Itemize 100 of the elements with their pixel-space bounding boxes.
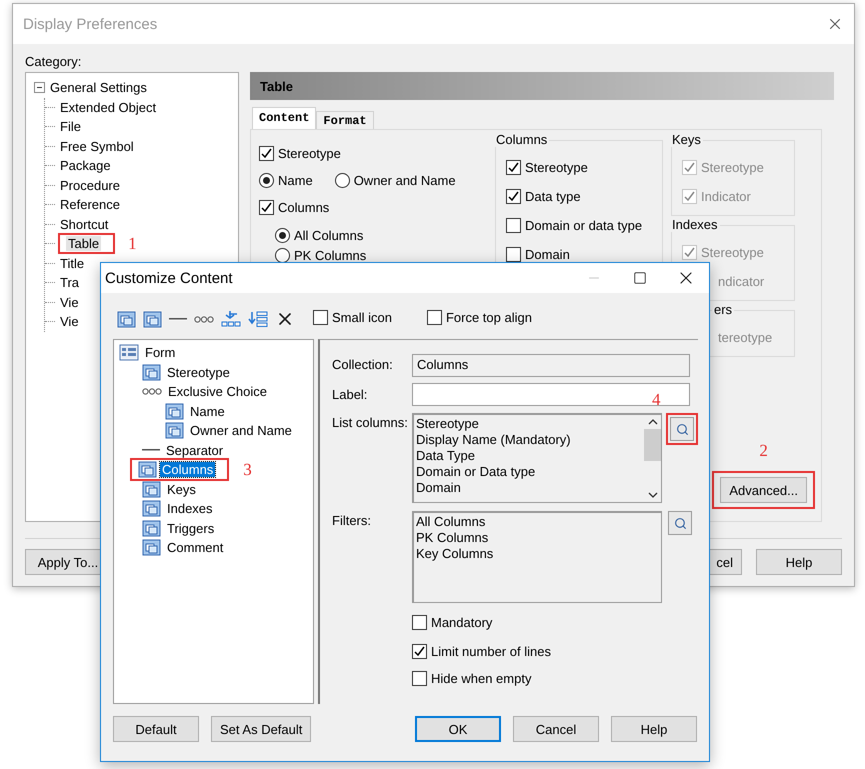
checkmark-icon bbox=[684, 247, 695, 258]
tree-item[interactable]: Vie bbox=[58, 294, 81, 310]
tree-item[interactable]: Package bbox=[58, 158, 113, 174]
window-stack-icon bbox=[117, 310, 136, 328]
window-stack-icon bbox=[165, 402, 184, 420]
set-default-button[interactable]: Set As Default bbox=[211, 716, 312, 742]
tree-item[interactable]: Keys bbox=[165, 482, 198, 497]
list-item[interactable]: Domain or Data type bbox=[416, 464, 642, 480]
tree-item[interactable]: Columns bbox=[160, 462, 216, 478]
help-button[interactable]: Help bbox=[756, 549, 842, 575]
tree-item[interactable]: Reference bbox=[58, 197, 122, 212]
callout-number: 1 bbox=[128, 234, 137, 254]
dots-icon bbox=[142, 388, 162, 396]
tree-item[interactable]: File bbox=[58, 119, 83, 134]
checkmark-icon bbox=[508, 162, 519, 173]
field-label: Filters: bbox=[332, 512, 372, 528]
window-title: Display Preferences bbox=[23, 16, 158, 32]
list-item[interactable]: Data Type bbox=[416, 448, 642, 464]
tree-item[interactable]: Table bbox=[66, 236, 102, 252]
tab[interactable]: Format bbox=[316, 111, 374, 129]
advanced-button[interactable]: Advanced... bbox=[720, 477, 807, 503]
list-box[interactable]: Stereotype Display Name (Mandatory) Data Type Domain or Data type Domain bbox=[412, 413, 662, 503]
collapse-icon[interactable] bbox=[34, 82, 45, 94]
tree-item[interactable]: Separator bbox=[164, 442, 226, 458]
list-item[interactable]: All Columns bbox=[416, 514, 659, 530]
checkmark-icon bbox=[261, 148, 272, 159]
checkmark-icon bbox=[414, 646, 425, 657]
checkbox[interactable]: Stereotype bbox=[259, 146, 341, 161]
panel-header: Table bbox=[250, 72, 834, 100]
collection-field[interactable]: Columns bbox=[412, 354, 690, 377]
tree-item[interactable]: Free Symbol bbox=[58, 138, 136, 154]
ok-button[interactable]: OK bbox=[415, 716, 501, 742]
tree-item[interactable]: Triggers bbox=[165, 520, 216, 536]
tab[interactable]: Content bbox=[252, 107, 316, 129]
group-title: Indexes bbox=[670, 217, 720, 232]
tree-item[interactable]: Comment bbox=[165, 540, 226, 556]
field-label: Collection: bbox=[332, 356, 394, 372]
checkbox[interactable]: Limit number of lines bbox=[412, 644, 551, 659]
callout-number: 3 bbox=[243, 460, 252, 480]
group-title: Columns bbox=[494, 132, 550, 147]
callout-number: 4 bbox=[652, 390, 660, 410]
cancel-button[interactable]: Cancel bbox=[513, 716, 599, 742]
search-icon bbox=[676, 422, 688, 436]
checkbox[interactable]: Small icon bbox=[313, 310, 392, 325]
checkbox[interactable]: Columns bbox=[259, 200, 330, 215]
list-item[interactable]: Display Name (Mandatory) bbox=[416, 432, 642, 448]
group-title: Keys bbox=[670, 132, 703, 147]
line-icon[interactable] bbox=[169, 317, 187, 321]
radio-button[interactable]: Name bbox=[259, 173, 313, 188]
maximize-icon[interactable] bbox=[633, 271, 647, 285]
window-stack-icon bbox=[142, 480, 161, 498]
tree-item[interactable]: Title bbox=[58, 256, 86, 271]
list-item[interactable]: Key Columns bbox=[416, 546, 659, 562]
list-box[interactable]: All Columns PK Columns Key Columns bbox=[412, 511, 662, 603]
dots-icon[interactable] bbox=[194, 316, 214, 322]
insert-list-icon[interactable] bbox=[248, 310, 268, 328]
tree-item[interactable]: Form bbox=[143, 345, 178, 360]
tree-item[interactable]: Vie bbox=[58, 314, 81, 330]
callout-number: 2 bbox=[759, 441, 768, 461]
tree-item[interactable]: Shortcut bbox=[58, 216, 110, 232]
tree-item[interactable]: Indexes bbox=[165, 501, 215, 516]
checkbox-label: ndicator bbox=[717, 274, 764, 289]
tree-item[interactable]: General Settings bbox=[48, 80, 149, 96]
label-field[interactable] bbox=[412, 383, 690, 406]
tree-item[interactable]: Extended Object bbox=[58, 100, 158, 115]
add-child-icon[interactable] bbox=[221, 310, 241, 328]
checkbox[interactable]: Domain bbox=[506, 247, 570, 262]
tree-item[interactable]: Tra bbox=[58, 275, 82, 290]
search-button[interactable] bbox=[668, 511, 692, 535]
list-item[interactable]: PK Columns bbox=[416, 530, 659, 546]
radio-button[interactable]: Owner and Name bbox=[334, 173, 456, 188]
tree-item[interactable]: Procedure bbox=[58, 178, 122, 193]
radio-button[interactable]: All Columns bbox=[275, 228, 364, 242]
tree-item[interactable]: Name bbox=[188, 404, 227, 419]
list-item[interactable]: Stereotype bbox=[416, 416, 642, 432]
checkbox[interactable]: Hide when empty bbox=[412, 671, 532, 686]
window-stack-icon bbox=[165, 422, 184, 440]
tree-item[interactable]: Exclusive Choice bbox=[166, 384, 269, 400]
checkbox[interactable]: Force top align bbox=[426, 310, 532, 325]
checkbox[interactable]: Mandatory bbox=[412, 615, 492, 630]
form-icon bbox=[119, 344, 139, 362]
window-stack-icon bbox=[142, 539, 161, 556]
default-button[interactable]: Default bbox=[113, 716, 199, 742]
checkmark-icon bbox=[684, 191, 695, 202]
checkmark-icon bbox=[684, 162, 695, 173]
checkbox-label: tereotype bbox=[717, 330, 772, 345]
window-stack-icon bbox=[142, 364, 161, 381]
help-button[interactable]: Help bbox=[611, 716, 697, 742]
list-item[interactable]: Domain bbox=[416, 480, 642, 496]
checkbox[interactable]: Stereotype bbox=[506, 160, 588, 175]
checkbox[interactable]: Data type bbox=[506, 189, 581, 204]
tree-item[interactable]: Stereotype bbox=[165, 364, 232, 380]
window-stack-icon bbox=[138, 461, 157, 478]
field-label: List columns: bbox=[332, 414, 409, 430]
checkbox[interactable]: Domain or data type bbox=[506, 218, 642, 233]
window-stack-icon bbox=[143, 310, 162, 328]
tree-item[interactable]: Owner and Name bbox=[188, 423, 294, 438]
checkmark-icon bbox=[261, 202, 272, 213]
checkmark-icon bbox=[508, 191, 519, 202]
field-label: Label: bbox=[332, 386, 368, 402]
